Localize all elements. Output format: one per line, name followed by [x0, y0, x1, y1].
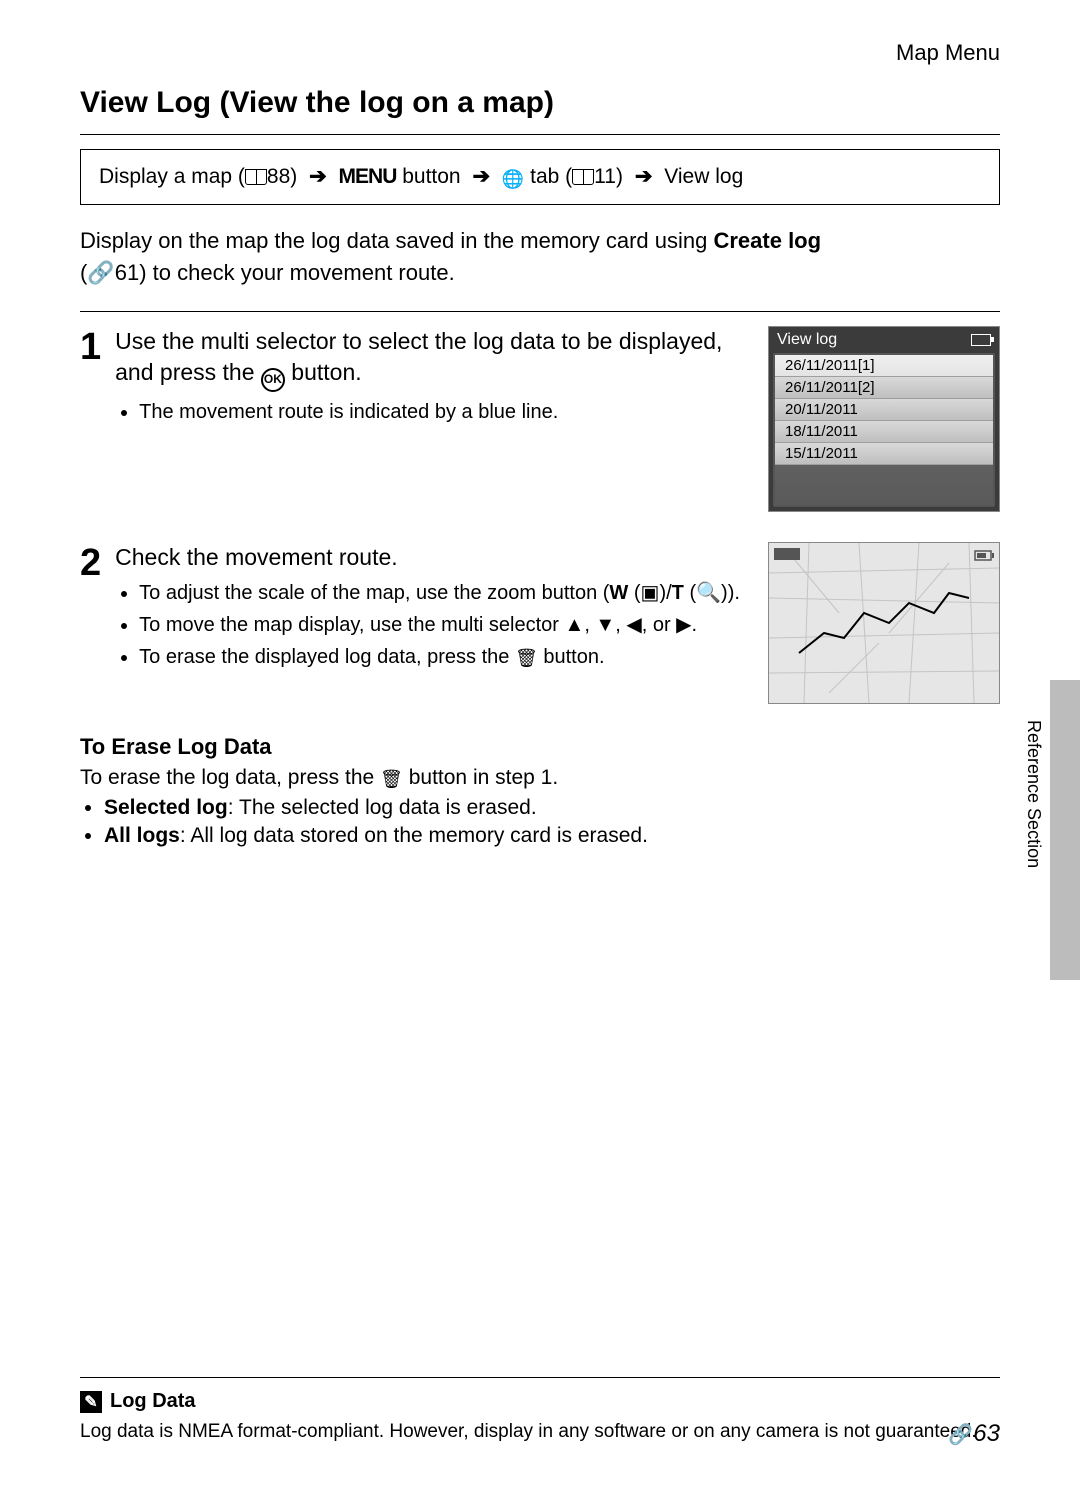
footer: ✎ Log Data Log data is NMEA format-compl… — [80, 1377, 1000, 1446]
step2-bullet: To adjust the scale of the map, use the … — [139, 579, 754, 607]
note-body: Log data is NMEA format-compliant. Howev… — [80, 1419, 1000, 1446]
opt2-text: : All log data stored on the memory card… — [180, 824, 648, 847]
step-number: 2 — [80, 542, 101, 704]
b1end: ). — [728, 582, 740, 604]
t-key: T — [672, 582, 684, 604]
list-item: 15/11/2011 — [775, 443, 993, 465]
erase-option: Selected log: The selected log data is e… — [104, 796, 1000, 820]
nav-end: View log — [664, 165, 743, 188]
w-key: W — [609, 582, 628, 604]
intro-rule — [80, 311, 1000, 312]
opt1-label: Selected log — [104, 796, 228, 819]
step1-title-a: Use the multi selector to select the log… — [115, 328, 722, 385]
globe-icon: 🌐 — [502, 169, 524, 190]
step-1: 1 Use the multi selector to select the l… — [80, 326, 1000, 512]
intro-b: ) to check your movement route. — [139, 260, 454, 285]
camera-screen-map — [768, 542, 1000, 704]
b1a: To adjust the scale of the map, use the … — [139, 582, 609, 604]
step-number: 1 — [80, 326, 101, 512]
note-title: Log Data — [110, 1390, 196, 1413]
battery-icon — [971, 334, 991, 346]
erase-line: To erase the log data, press the 🗑 butto… — [80, 766, 1000, 790]
intro-text: Display on the map the log data saved in… — [80, 225, 1000, 289]
list-item: 18/11/2011 — [775, 421, 993, 443]
step1-title-b: button. — [285, 359, 362, 385]
page-number: 🔗63 — [948, 1420, 1000, 1448]
list-item: 26/11/2011[2] — [775, 377, 993, 399]
erase-heading: To Erase Log Data — [80, 734, 1000, 760]
ok-button-icon: OK — [261, 368, 285, 392]
erase-a: To erase the log data, press the — [80, 766, 380, 789]
arrow-icon: ➔ — [309, 165, 327, 188]
step2-bullet: To move the map display, use the multi s… — [139, 611, 754, 639]
erase-option: All logs: All log data stored on the mem… — [104, 824, 1000, 848]
nav-ref1: 88 — [267, 165, 290, 188]
trash-icon: 🗑 — [380, 769, 403, 790]
navigation-path-box: Display a map (88) ➔ MENU button ➔ 🌐 tab… — [80, 149, 1000, 205]
step-2: 2 Check the movement route. To adjust th… — [80, 542, 1000, 704]
opt1-text: : The selected log data is erased. — [228, 796, 537, 819]
section-tab-label: Reference Section — [1023, 720, 1044, 868]
nav-text: Display a map ( — [99, 165, 245, 188]
step-2-title: Check the movement route. — [115, 542, 754, 573]
opt2-label: All logs — [104, 824, 180, 847]
book-icon — [572, 169, 594, 185]
note-box: ✎ Log Data Log data is NMEA format-compl… — [80, 1377, 1000, 1446]
book-icon — [245, 169, 267, 185]
arrow-icon: ➔ — [472, 165, 490, 188]
nav-ref2: 11 — [594, 165, 616, 188]
camera-screen-view-log: View log 26/11/2011[1] 26/11/2011[2] 20/… — [768, 326, 1000, 512]
list-item: 20/11/2011 — [775, 399, 993, 421]
erase-section: To Erase Log Data To erase the log data,… — [80, 734, 1000, 848]
link-icon: 🔗 — [87, 260, 114, 285]
lcd-log-list: 26/11/2011[1] 26/11/2011[2] 20/11/2011 1… — [773, 353, 995, 507]
pencil-icon: ✎ — [80, 1391, 102, 1413]
trash-icon: 🗑 — [515, 646, 538, 671]
title-rule — [80, 134, 1000, 135]
section-tab — [1050, 680, 1080, 980]
step-1-title: Use the multi selector to select the log… — [115, 326, 754, 392]
arrow-icon: ➔ — [635, 165, 653, 188]
magnify-icon: 🔍 — [696, 582, 721, 604]
step2-bullet: To erase the displayed log data, press t… — [139, 643, 754, 671]
intro-a: Display on the map the log data saved in… — [80, 228, 713, 253]
intro-bold: Create log — [713, 228, 821, 253]
wide-icon: ▣ — [641, 582, 660, 604]
header-category: Map Menu — [80, 40, 1000, 66]
page-num-text: 63 — [973, 1420, 1000, 1447]
erase-b: button in step 1. — [403, 766, 558, 789]
menu-label: MENU — [339, 165, 397, 188]
page-title: View Log (View the log on a map) — [80, 86, 1000, 120]
b3a: To erase the displayed log data, press t… — [139, 646, 515, 668]
intro-ref: 61 — [115, 260, 139, 285]
nav-tab-word: tab ( — [524, 165, 572, 188]
b3b: button. — [538, 646, 605, 668]
step1-bullet: The movement route is indicated by a blu… — [139, 398, 754, 426]
lcd-title: View log — [777, 331, 837, 349]
list-item: 26/11/2011[1] — [775, 355, 993, 377]
nav-button-word: button — [396, 165, 466, 188]
link-icon: 🔗 — [948, 1424, 973, 1446]
list-blank — [775, 465, 993, 505]
